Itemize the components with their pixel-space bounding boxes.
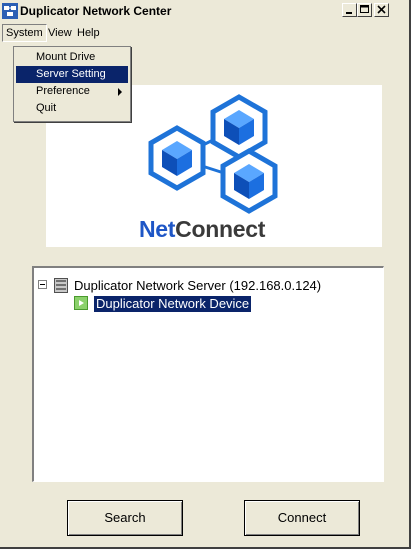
minimize-icon [346,12,352,14]
brand-connect: Connect [175,216,266,242]
maximize-button[interactable] [357,3,372,17]
brand-net: Net [139,216,176,242]
close-icon [377,5,386,14]
search-button[interactable]: Search [67,500,183,536]
menu-item-mount-drive[interactable]: Mount Drive [16,49,128,66]
menu-item-server-setting[interactable]: Server Setting [16,66,128,83]
menu-view[interactable]: View [45,24,75,42]
brand-name: NetConnect [139,216,265,243]
submenu-arrow-icon [118,88,122,96]
menu-system[interactable]: System [2,24,47,42]
collapse-toggle-icon[interactable] [38,280,47,289]
menu-bar: System View Help [0,24,409,44]
maximize-icon [360,5,369,13]
close-button[interactable] [374,3,389,17]
menu-item-preference-label: Preference [36,85,90,97]
device-tree[interactable]: Duplicator Network Server (192.168.0.124… [32,266,384,482]
tree-server-label[interactable]: Duplicator Network Server (192.168.0.124… [74,278,321,293]
app-icon[interactable] [2,3,18,19]
menu-item-preference[interactable]: Preference [16,83,128,100]
title-bar[interactable]: Duplicator Network Center [0,0,409,24]
tree-device-label[interactable]: Duplicator Network Device [92,295,253,313]
connect-button[interactable]: Connect [244,500,360,536]
menu-item-quit[interactable]: Quit [16,100,128,117]
main-window: Duplicator Network Center System View He… [0,0,411,549]
device-icon [74,296,88,310]
server-icon [54,278,68,293]
minimize-button[interactable] [342,3,357,17]
window-title: Duplicator Network Center [20,4,172,18]
system-menu-dropdown: Mount Drive Server Setting Preference Qu… [13,46,131,122]
menu-help[interactable]: Help [74,24,103,42]
